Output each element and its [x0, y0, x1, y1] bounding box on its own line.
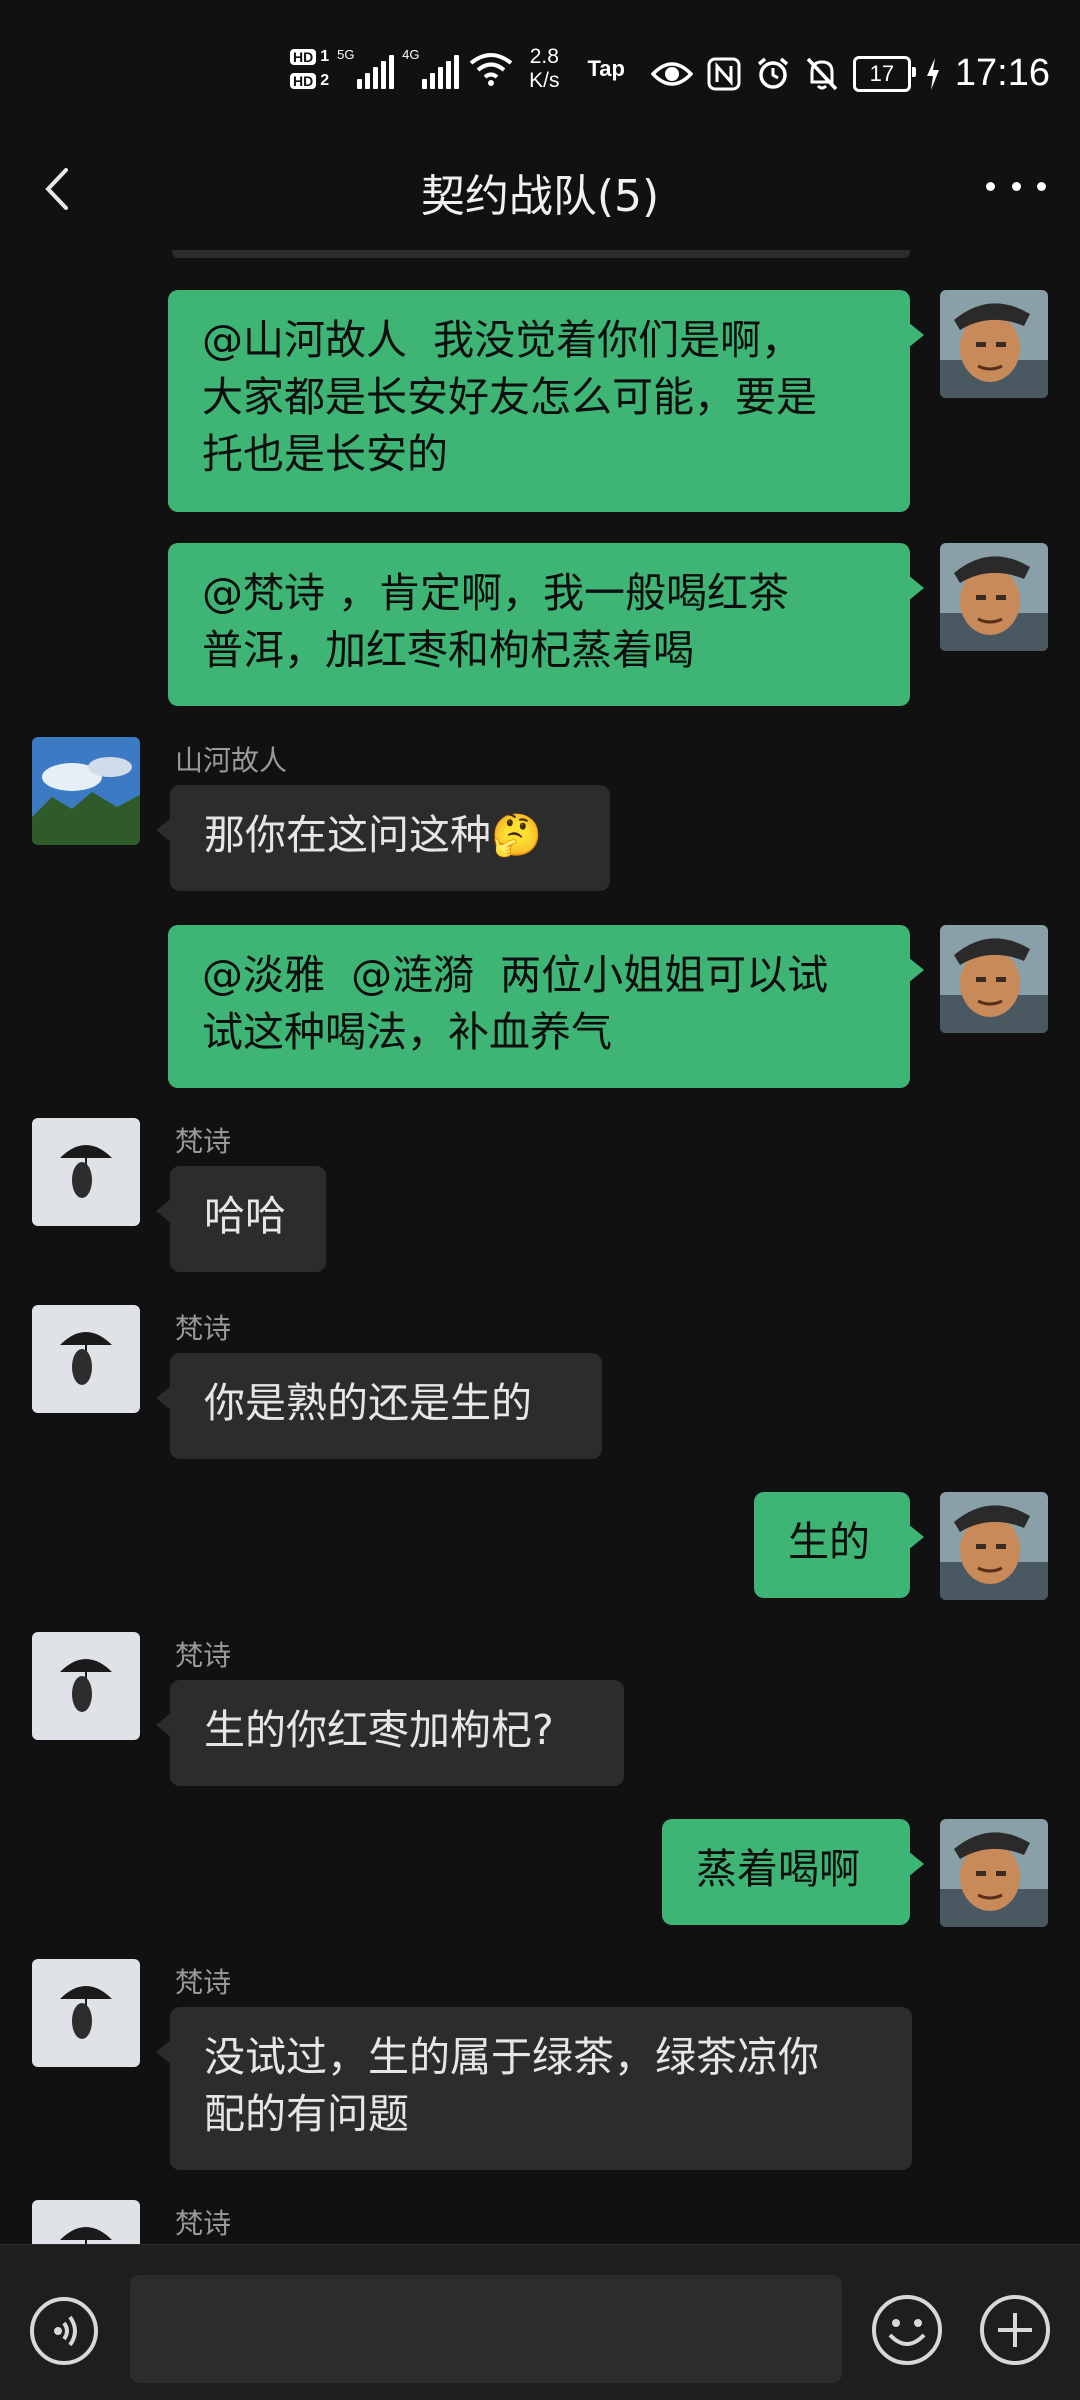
chat-header: 契约战队(5) [0, 150, 1080, 230]
status-right: 17 17:16 [650, 52, 1050, 95]
sender-name: 梵诗 [175, 1966, 232, 1999]
sender-name: 梵诗 [175, 1639, 232, 1672]
avatar-fanshi[interactable] [32, 2200, 140, 2245]
signal-5g-icon: 5G [337, 47, 395, 89]
message-bubble[interactable]: 生的 [754, 1492, 924, 1598]
emoji-icon[interactable] [870, 2293, 944, 2367]
speed-unit: K/s [529, 69, 560, 92]
chat-area[interactable]: @山河故人 我没觉着你们是啊， 大家都是长安好友怎么可能，要是 托也是长安的 @… [0, 240, 1080, 2245]
nfc-icon [707, 57, 741, 90]
avatar-self[interactable] [940, 925, 1048, 1033]
sim2-number: 2 [320, 72, 330, 89]
message-bubble[interactable]: @梵诗 ，肯定啊，我一般喝红茶 普洱，加红枣和枸杞蒸着喝 [168, 543, 924, 706]
input-bar [0, 2244, 1080, 2400]
message-bubble[interactable]: 哈哈 [156, 1166, 326, 1272]
sim1-indicator: HD 1 [290, 48, 329, 66]
net1-label: 5G [337, 47, 355, 62]
voice-icon [54, 2315, 77, 2347]
status-left: HD 1 HD 2 5G 4G 2.8 K/s Tap [290, 45, 625, 93]
add-icon[interactable] [978, 2293, 1052, 2367]
message-bubble[interactable]: 没试过，生的属于绿茶，绿茶凉你 配的有问题 [156, 2007, 912, 2170]
status-bar: HD 1 HD 2 5G 4G 2.8 K/s Tap 17 17:16 [0, 0, 1080, 150]
avatar-self[interactable] [940, 290, 1048, 398]
message-bubble[interactable]: 生的你红枣加枸杞? [156, 1680, 624, 1786]
network-speed: 2.8 K/s [529, 45, 559, 93]
sim2-indicator: HD 2 [290, 72, 329, 90]
clock: 17:16 [954, 52, 1050, 94]
avatar-self[interactable] [940, 1819, 1048, 1927]
net2-label: 4G [402, 47, 420, 62]
tap-label: Tap [587, 56, 625, 81]
more-options-icon[interactable] [986, 166, 1046, 206]
wifi-icon [469, 53, 513, 86]
message-input[interactable] [130, 2275, 842, 2383]
message-bubble[interactable]: 那你在这问这种🤔 [156, 785, 610, 891]
sender-name: 梵诗 [175, 1125, 232, 1158]
eye-icon [650, 61, 693, 86]
speed-value: 2.8 [529, 45, 559, 68]
message-bubble[interactable]: @淡雅 @涟漪 两位小姐姐可以试 试这种喝法，补血养气 [168, 925, 924, 1088]
charging-icon [926, 57, 939, 90]
avatar-fanshi[interactable] [32, 1305, 140, 1413]
previous-message-edge [172, 250, 910, 258]
battery-level: 17 [869, 60, 895, 86]
avatar-shanhe[interactable] [32, 737, 140, 845]
sim-indicators: HD 1 HD 2 [290, 48, 329, 90]
sender-name: 梵诗 [175, 1312, 232, 1345]
sender-name: 山河故人 [175, 744, 288, 777]
signal-4g-icon: 4G [402, 47, 460, 89]
alarm-icon [757, 57, 789, 89]
voice-input-button[interactable] [30, 2297, 98, 2365]
chat-title: 契约战队(5) [420, 171, 660, 222]
sim2-hd-label: HD [290, 73, 317, 89]
battery-icon: 17 [852, 55, 916, 92]
message-bubble[interactable]: 你是熟的还是生的 [156, 1353, 602, 1459]
avatar-fanshi[interactable] [32, 1632, 140, 1740]
message-bubble[interactable]: 蒸着喝啊 [662, 1819, 924, 1925]
mute-bell-icon [806, 57, 838, 90]
avatar-fanshi[interactable] [32, 1959, 140, 2067]
sender-name: 梵诗 [175, 2207, 232, 2240]
avatar-fanshi[interactable] [32, 1118, 140, 1226]
sim1-number: 1 [320, 48, 330, 65]
avatar-self[interactable] [940, 543, 1048, 651]
avatar-self[interactable] [940, 1492, 1048, 1600]
message-bubble[interactable]: @山河故人 我没觉着你们是啊， 大家都是长安好友怎么可能，要是 托也是长安的 [168, 290, 924, 512]
sim1-hd-label: HD [290, 49, 317, 65]
